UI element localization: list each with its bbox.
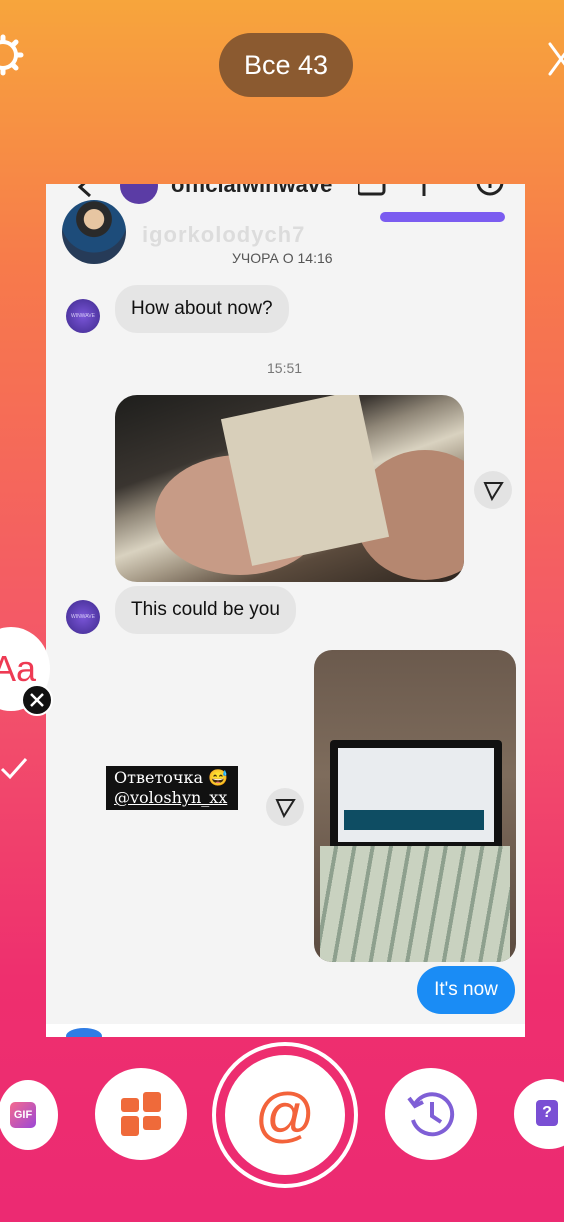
header-purple-bubble (380, 212, 505, 222)
message-bubble: This could be you (115, 586, 296, 634)
message-timestamp: 15:51 (267, 360, 303, 376)
back-arrow-icon (77, 184, 92, 198)
quiz-icon: ? (536, 1100, 558, 1126)
close-icon[interactable] (546, 38, 564, 80)
text-sticker[interactable]: Ответочка 😅 @voloshyn_xx (106, 766, 238, 810)
sender-avatar: WINWAVE (66, 299, 100, 333)
send-icon (483, 482, 504, 502)
gif-icon: GIF (10, 1102, 36, 1128)
gif-button[interactable]: GIF (0, 1080, 58, 1150)
history-button[interactable] (385, 1068, 477, 1160)
layout-button[interactable] (95, 1068, 187, 1160)
camera-icon (66, 1028, 102, 1037)
header-action-icons (358, 184, 504, 196)
watermark-username: igorkolodych7 (142, 222, 306, 247)
message-bubble: How about now? (115, 285, 289, 333)
profile-avatar (62, 200, 126, 264)
message-input-bar (46, 1024, 525, 1037)
all-count-button[interactable]: Все 43 (219, 33, 353, 97)
chat-header-name: officialwinwave (171, 184, 333, 197)
remove-text-button[interactable] (21, 684, 53, 716)
sticker-mention: @voloshyn_xx (114, 788, 228, 807)
checkmark-icon[interactable] (0, 755, 30, 781)
sender-avatar: WINWAVE (66, 600, 100, 634)
gear-icon[interactable] (0, 34, 24, 76)
share-button[interactable] (474, 471, 512, 509)
reply-bubble: It's now (417, 966, 515, 1014)
header-avatar (120, 184, 158, 204)
chat-screenshot-card[interactable]: officialwinwave igorkolodych7 УЧОРА О 14… (46, 184, 525, 1037)
yesterday-timestamp: УЧОРА О 14:16 (232, 250, 333, 266)
layout-grid-icon (121, 1092, 161, 1136)
money-photo[interactable] (115, 395, 464, 582)
close-icon (30, 693, 44, 707)
quiz-button[interactable]: ? (514, 1079, 564, 1149)
share-button[interactable] (266, 788, 304, 826)
send-icon (275, 799, 296, 819)
history-icon (407, 1092, 455, 1137)
laptop-money-photo[interactable] (314, 650, 516, 962)
mention-button[interactable]: @ (225, 1055, 345, 1175)
sticker-line-1: Ответочка 😅 (114, 768, 229, 787)
